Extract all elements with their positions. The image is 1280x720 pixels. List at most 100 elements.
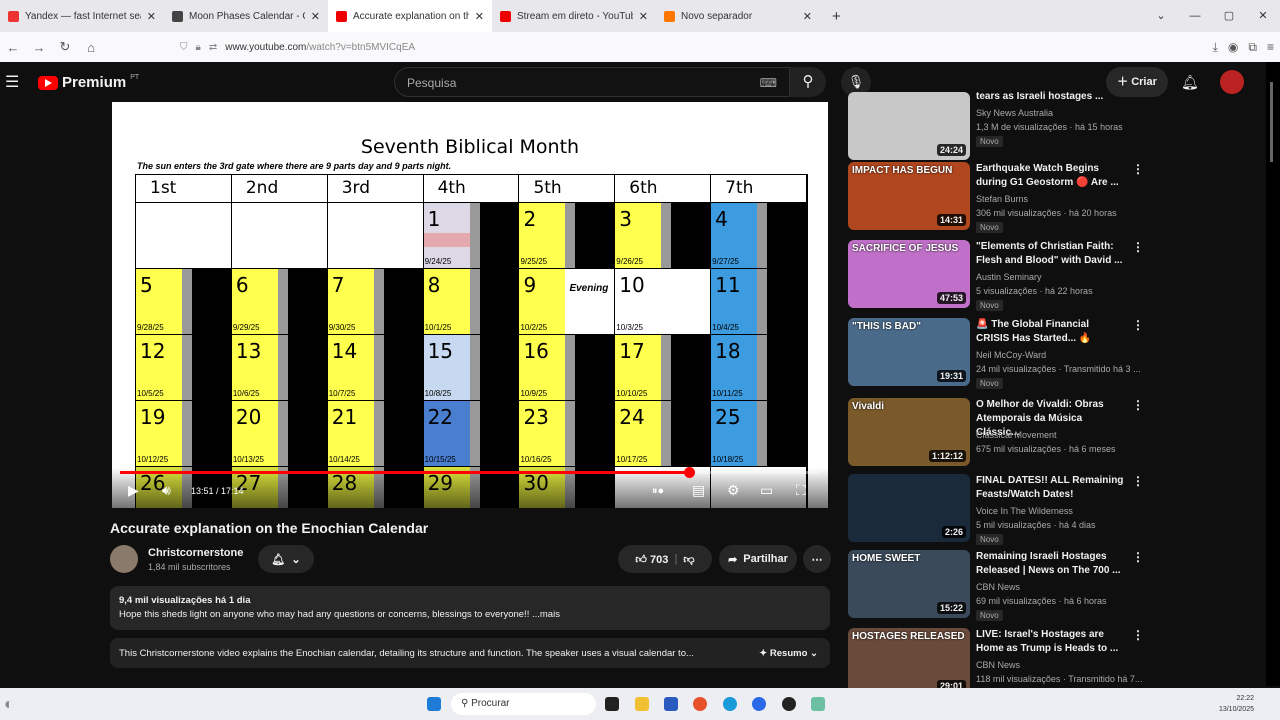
start-icon[interactable]: [427, 697, 441, 711]
share-button[interactable]: ➦ Partilhar: [719, 545, 797, 573]
firefox-icon[interactable]: [693, 697, 707, 711]
keyboard-icon[interactable]: ⌨: [760, 76, 777, 90]
more-options-icon[interactable]: ⋮: [1132, 318, 1144, 332]
maximize-button[interactable]: ▢: [1212, 0, 1246, 32]
search-button[interactable]: ⚲: [790, 67, 826, 97]
reload-icon[interactable]: ↻: [52, 39, 78, 55]
related-video-item[interactable]: 24:24 tears as Israeli hostages ... Sky Ne…: [848, 90, 1148, 170]
extensions-icon[interactable]: ⧉: [1248, 32, 1257, 62]
fullscreen-icon[interactable]: ⛶: [796, 482, 806, 499]
home-icon[interactable]: ⌂: [78, 40, 104, 55]
related-channel[interactable]: Voice In The Wilderness: [976, 506, 1073, 516]
subtitles-icon[interactable]: ▤: [692, 482, 705, 499]
more-options-icon[interactable]: ⋮: [1132, 474, 1144, 488]
new-tab-icon[interactable]: +: [832, 8, 841, 25]
weather-icon[interactable]: ◐: [4, 696, 14, 714]
task-view-icon[interactable]: [605, 697, 619, 711]
theater-mode-icon[interactable]: ▭: [760, 482, 773, 499]
tab-list-icon[interactable]: ⌄: [1144, 0, 1178, 32]
related-channel[interactable]: Austin Seminary: [976, 272, 1042, 282]
video-player[interactable]: Seventh Biblical Month The sun enters th…: [112, 102, 828, 508]
file-explorer-icon[interactable]: [635, 697, 649, 711]
settings-icon[interactable]: ⚙: [727, 482, 740, 499]
description-box[interactable]: 9,4 mil visualizações há 1 dia Hope this…: [110, 586, 830, 630]
search-input[interactable]: Pesquisa ⌨: [394, 67, 790, 97]
related-video-item[interactable]: 2:26 FINAL DATES!! ALL Remaining Feasts/W…: [848, 474, 1148, 552]
related-video-title[interactable]: "Elements of Christian Faith: Flesh and …: [976, 240, 1124, 268]
tab-close-icon[interactable]: ✕: [475, 10, 484, 23]
related-video-item[interactable]: HOME SWEET 15:22 Remaining Israeli Hostage…: [848, 550, 1148, 628]
related-video-title[interactable]: Earthquake Watch Begins during G1 Geosto…: [976, 162, 1124, 190]
video-thumbnail[interactable]: HOSTAGES RELEASED 29:01: [848, 628, 970, 696]
video-thumbnail[interactable]: SACRIFICE OF JESUS 47:53: [848, 240, 970, 308]
more-actions-button[interactable]: ⋯: [803, 545, 831, 573]
user-avatar[interactable]: [1220, 70, 1244, 94]
more-options-icon[interactable]: ⋮: [1132, 240, 1144, 254]
edge-icon[interactable]: [723, 697, 737, 711]
youtube-logo[interactable]: Premium PT: [38, 74, 139, 91]
facebook-icon[interactable]: [752, 697, 766, 711]
hamburger-menu-icon[interactable]: ☰: [5, 72, 19, 92]
related-video-title[interactable]: LIVE: Israel's Hostages are Home as Trum…: [976, 628, 1124, 656]
dislike-button[interactable]: 👎︎: [683, 553, 694, 566]
autoplay-toggle[interactable]: ⏸︎●: [652, 485, 664, 498]
video-thumbnail[interactable]: "THIS IS BAD" 19:31: [848, 318, 970, 386]
like-button[interactable]: 👍︎ 703: [635, 553, 668, 566]
back-icon[interactable]: ←: [0, 40, 26, 55]
page-scrollbar[interactable]: [1266, 62, 1280, 686]
related-channel[interactable]: CBN News: [976, 660, 1020, 670]
notifications-icon[interactable]: 🔔︎: [1181, 74, 1199, 91]
channel-name[interactable]: Christcornerstone: [148, 547, 243, 559]
video-thumbnail[interactable]: 2:26: [848, 474, 970, 542]
browser-tab[interactable]: Yandex — fast Internet search ✕: [0, 0, 164, 32]
address-bar[interactable]: ⛉ 🔒︎ ⇄ www.youtube.com/watch?v=btn5MVICqEA: [180, 36, 1080, 58]
related-channel[interactable]: Stefan Burns: [976, 194, 1028, 204]
more-options-icon[interactable]: ⋮: [1132, 162, 1144, 176]
obs-icon[interactable]: [782, 697, 796, 711]
related-video-item[interactable]: IMPACT HAS BEGUN 14:31 Earthquake Watch Be…: [848, 162, 1148, 240]
browser-tab[interactable]: Moon Phases Calendar - October ✕: [164, 0, 328, 32]
browser-tab[interactable]: Stream em direto - YouTube Studio ✕: [492, 0, 656, 32]
more-options-icon[interactable]: ⋮: [1132, 550, 1144, 564]
video-thumbnail[interactable]: 24:24: [848, 92, 970, 160]
related-channel[interactable]: Neil McCoy-Ward: [976, 350, 1046, 360]
app-icon[interactable]: [811, 697, 825, 711]
progress-bar[interactable]: [120, 467, 820, 478]
tab-close-icon[interactable]: ✕: [803, 10, 812, 23]
store-icon[interactable]: [664, 697, 678, 711]
summary-button[interactable]: ✦ Resumo ⌄: [759, 648, 818, 659]
video-thumbnail[interactable]: IMPACT HAS BEGUN 14:31: [848, 162, 970, 230]
more-options-icon[interactable]: ⋮: [1132, 398, 1144, 412]
forward-icon[interactable]: →: [26, 40, 52, 55]
play-icon[interactable]: ▶: [128, 482, 139, 499]
related-video-item[interactable]: SACRIFICE OF JESUS 47:53 "Elements of Chri…: [848, 240, 1148, 318]
menu-icon[interactable]: ≡: [1267, 32, 1274, 62]
related-video-item[interactable]: Vivaldi 1:12:12 O Melhor de Vivaldi: Obras…: [848, 398, 1148, 476]
download-icon[interactable]: ⤓: [1213, 32, 1218, 62]
minimize-button[interactable]: —: [1178, 0, 1212, 32]
related-video-title[interactable]: tears as Israeli hostages ...: [976, 90, 1124, 104]
subscribe-bell-button[interactable]: 🔔︎ ⌄: [258, 545, 314, 573]
browser-tab[interactable]: Accurate explanation on the Enochian Cal…: [328, 0, 492, 32]
tab-close-icon[interactable]: ✕: [147, 10, 156, 23]
related-video-item[interactable]: "THIS IS BAD" 19:31 🚨 The Global Financial…: [848, 318, 1148, 396]
account-icon[interactable]: ◉: [1228, 32, 1238, 62]
close-window-button[interactable]: ✕: [1246, 0, 1280, 32]
volume-icon[interactable]: 🔊︎: [162, 482, 171, 499]
related-video-title[interactable]: FINAL DATES!! ALL Remaining Feasts/Watch…: [976, 474, 1124, 502]
video-thumbnail[interactable]: HOME SWEET 15:22: [848, 550, 970, 618]
channel-avatar[interactable]: [110, 545, 138, 573]
scrollbar-thumb[interactable]: [1270, 82, 1273, 162]
related-video-title[interactable]: Remaining Israeli Hostages Released | Ne…: [976, 550, 1124, 578]
related-channel[interactable]: Classical Movement: [976, 430, 1057, 440]
video-thumbnail[interactable]: Vivaldi 1:12:12: [848, 398, 970, 466]
tab-close-icon[interactable]: ✕: [639, 10, 648, 23]
system-clock[interactable]: 22:22 13/10/2025: [1219, 693, 1254, 715]
related-video-title[interactable]: 🚨 The Global Financial CRISIS Has Starte…: [976, 318, 1124, 346]
browser-tab[interactable]: Novo separador ✕: [656, 0, 820, 32]
related-channel[interactable]: Sky News Australia: [976, 108, 1053, 118]
more-options-icon[interactable]: ⋮: [1132, 628, 1144, 642]
tab-close-icon[interactable]: ✕: [311, 10, 320, 23]
related-channel[interactable]: CBN News: [976, 582, 1020, 592]
taskbar-search[interactable]: ⚲ Procurar: [451, 693, 596, 715]
